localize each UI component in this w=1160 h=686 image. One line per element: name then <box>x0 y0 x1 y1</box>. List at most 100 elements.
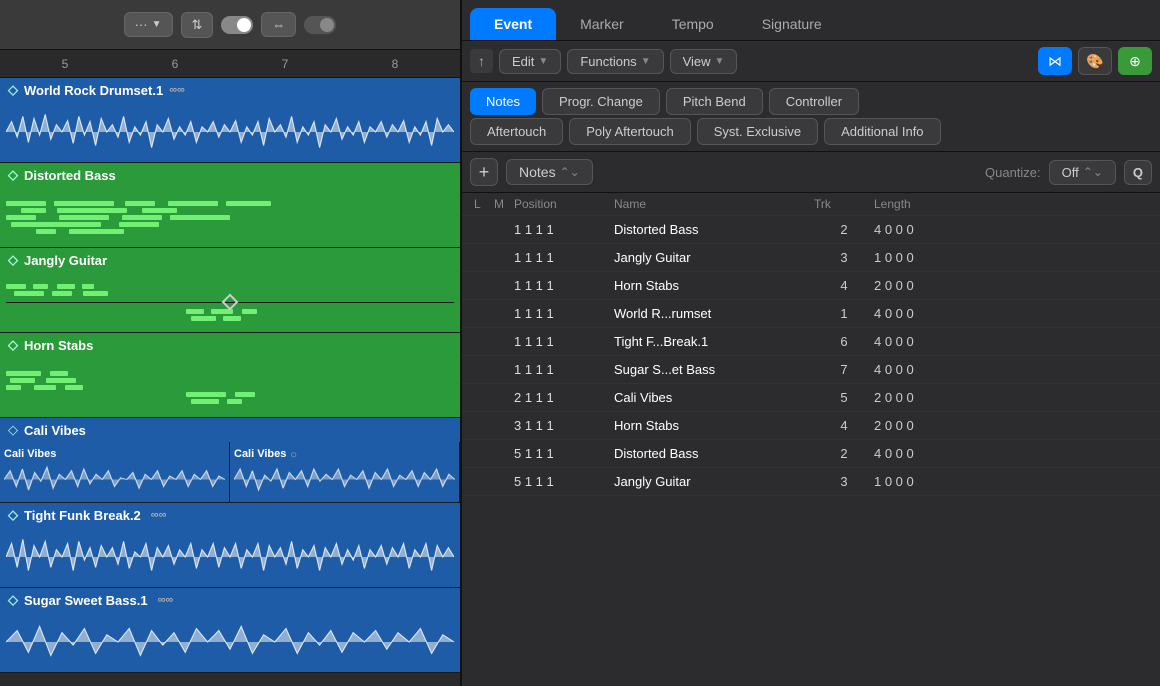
table-row[interactable]: 5 1 1 1 Distorted Bass 2 4 0 0 0 <box>462 440 1160 468</box>
track-jangly-guitar-header[interactable]: ◇ Jangly Guitar <box>0 248 460 272</box>
cali-clip-1-label: Cali Vibes <box>4 448 225 460</box>
col-length-4: 4 0 0 0 <box>874 334 1148 349</box>
tab-tempo[interactable]: Tempo <box>648 8 738 40</box>
functions-chevron-icon: ▼ <box>641 56 651 67</box>
event-type-label: Notes <box>519 164 556 180</box>
table-row[interactable]: 1 1 1 1 Tight F...Break.1 6 4 0 0 0 <box>462 328 1160 356</box>
track-sugar-sweet-body[interactable] <box>0 612 460 672</box>
col-length-5: 4 0 0 0 <box>874 362 1148 377</box>
track-tight-funk-body[interactable] <box>0 527 460 587</box>
table-row[interactable]: 1 1 1 1 Distorted Bass 2 4 0 0 0 <box>462 216 1160 244</box>
col-length-7: 2 0 0 0 <box>874 418 1148 433</box>
track-sugar-sweet: ◇ Sugar Sweet Bass.1 ∞∞ <box>0 588 460 673</box>
col-trk-2: 4 <box>814 278 874 293</box>
track-sugar-sweet-name: Sugar Sweet Bass.1 <box>24 593 148 608</box>
track-tight-funk-loops: ∞∞ <box>151 509 167 521</box>
col-trk-4: 6 <box>814 334 874 349</box>
table-row[interactable]: 1 1 1 1 Jangly Guitar 3 1 0 0 0 <box>462 244 1160 272</box>
col-name-9: Jangly Guitar <box>614 474 814 489</box>
back-button[interactable]: ↑ <box>470 49 493 73</box>
tab-marker[interactable]: Marker <box>556 8 648 40</box>
waveform-sugar-sweet <box>0 612 460 672</box>
filter-pitch-bend[interactable]: Pitch Bend <box>666 88 763 115</box>
quantize-select[interactable]: Off ⌃⌄ <box>1049 160 1116 185</box>
track-world-rock-body[interactable] <box>0 102 460 162</box>
filter-progr-change[interactable]: Progr. Change <box>542 88 660 115</box>
functions-dropdown[interactable]: Functions ▼ <box>567 49 663 74</box>
functions-label: Functions <box>580 54 636 69</box>
event-controls: + Notes ⌃⌄ Quantize: Off ⌃⌄ Q <box>462 152 1160 193</box>
table-row[interactable]: 1 1 1 1 Horn Stabs 4 2 0 0 0 <box>462 272 1160 300</box>
toolbar-btn-2[interactable]: ⇅ <box>181 12 214 38</box>
track-icon-jg: ◇ <box>8 252 18 268</box>
capture-button[interactable]: ⊕ <box>1118 47 1152 75</box>
track-sugar-sweet-header[interactable]: ◇ Sugar Sweet Bass.1 ∞∞ <box>0 588 460 612</box>
col-name-2: Horn Stabs <box>614 278 814 293</box>
filter-controller[interactable]: Controller <box>769 88 859 115</box>
col-header-m: M <box>494 197 514 211</box>
col-trk-3: 1 <box>814 306 874 321</box>
col-name-4: Tight F...Break.1 <box>614 334 814 349</box>
midi-transform-button[interactable]: ⋈ <box>1038 47 1072 75</box>
track-distorted-bass-name: Distorted Bass <box>24 168 116 183</box>
toolbar-btn-3[interactable]: ⇔ <box>261 12 296 37</box>
filter-additional-info[interactable]: Additional Info <box>824 118 940 145</box>
filter-bar-row1: Notes Progr. Change Pitch Bend Controlle… <box>462 82 1160 122</box>
track-cali-vibes-body[interactable]: Cali Vibes Cali Vibes ○ <box>0 442 460 502</box>
track-horn-stabs-header[interactable]: ◇ Horn Stabs <box>0 333 460 357</box>
col-trk-6: 5 <box>814 390 874 405</box>
quantize-apply-button[interactable]: Q <box>1124 160 1152 185</box>
filter-syst-exclusive[interactable]: Syst. Exclusive <box>697 118 818 145</box>
track-icon: ◇ <box>8 82 18 98</box>
timeline-ruler: 5 6 7 8 <box>0 50 460 78</box>
filter-bar-row2: Aftertouch Poly Aftertouch Syst. Exclusi… <box>462 118 1160 152</box>
event-type-select[interactable]: Notes ⌃⌄ <box>506 159 593 185</box>
track-horn-stabs-body[interactable] <box>0 357 460 417</box>
quantize-chevron-icon: ⌃⌄ <box>1083 165 1103 179</box>
track-distorted-bass-body[interactable] <box>0 187 460 247</box>
col-position-0: 1 1 1 1 <box>514 222 614 237</box>
toggle-switch-2[interactable] <box>304 16 336 34</box>
table-row[interactable]: 1 1 1 1 Sugar S...et Bass 7 4 0 0 0 <box>462 356 1160 384</box>
track-jangly-guitar: ◇ Jangly Guitar <box>0 248 460 333</box>
track-tight-funk-header[interactable]: ◇ Tight Funk Break.2 ∞∞ <box>0 503 460 527</box>
track-icon-ss: ◇ <box>8 592 18 608</box>
chevron-down-icon: ▼ <box>152 19 162 30</box>
track-world-rock-header[interactable]: ◇ World Rock Drumset.1 ∞∞ <box>0 78 460 102</box>
table-row[interactable]: 1 1 1 1 World R...rumset 1 4 0 0 0 <box>462 300 1160 328</box>
waveform-world-rock <box>0 102 460 162</box>
toolbar-btn-1[interactable]: ··· ▼ <box>124 12 173 37</box>
edit-dropdown[interactable]: Edit ▼ <box>499 49 561 74</box>
midi-notes-horn-stabs <box>0 357 460 417</box>
view-dropdown[interactable]: View ▼ <box>670 49 738 74</box>
tab-signature[interactable]: Signature <box>738 8 846 40</box>
col-trk-5: 7 <box>814 362 874 377</box>
edit-chevron-icon: ▼ <box>538 56 548 67</box>
col-position-4: 1 1 1 1 <box>514 334 614 349</box>
table-header: L M Position Name Trk Length <box>462 193 1160 216</box>
track-cali-vibes-header[interactable]: ◇ Cali Vibes <box>0 418 460 442</box>
table-row[interactable]: 2 1 1 1 Cali Vibes 5 2 0 0 0 <box>462 384 1160 412</box>
toggle-switch[interactable] <box>221 16 253 34</box>
col-position-7: 3 1 1 1 <box>514 418 614 433</box>
cali-clip-2[interactable]: Cali Vibes ○ <box>230 442 460 502</box>
add-event-button[interactable]: + <box>470 158 498 186</box>
view-label: View <box>683 54 711 69</box>
tracks-container: ◇ World Rock Drumset.1 ∞∞ ◇ Distorted Ba… <box>0 78 460 686</box>
cali-clip-2-label: Cali Vibes <box>234 448 286 460</box>
tab-event[interactable]: Event <box>470 8 556 40</box>
filter-aftertouch[interactable]: Aftertouch <box>470 118 563 145</box>
table-row[interactable]: 5 1 1 1 Jangly Guitar 3 1 0 0 0 <box>462 468 1160 496</box>
track-horn-stabs-name: Horn Stabs <box>24 338 93 353</box>
cali-clip-1[interactable]: Cali Vibes <box>0 442 230 502</box>
col-name-8: Distorted Bass <box>614 446 814 461</box>
filter-poly-aftertouch[interactable]: Poly Aftertouch <box>569 118 690 145</box>
track-cali-vibes: ◇ Cali Vibes Cali Vibes Cali Vibes ○ <box>0 418 460 503</box>
palette-button[interactable]: 🎨 <box>1078 47 1112 75</box>
track-tight-funk-name: Tight Funk Break.2 <box>24 508 141 523</box>
track-distorted-bass-header[interactable]: ◇ Distorted Bass <box>0 163 460 187</box>
swap-horizontal-icon: ⇔ <box>272 17 285 32</box>
table-row[interactable]: 3 1 1 1 Horn Stabs 4 2 0 0 0 <box>462 412 1160 440</box>
track-jangly-guitar-body[interactable] <box>0 272 460 332</box>
filter-notes[interactable]: Notes <box>470 88 536 115</box>
